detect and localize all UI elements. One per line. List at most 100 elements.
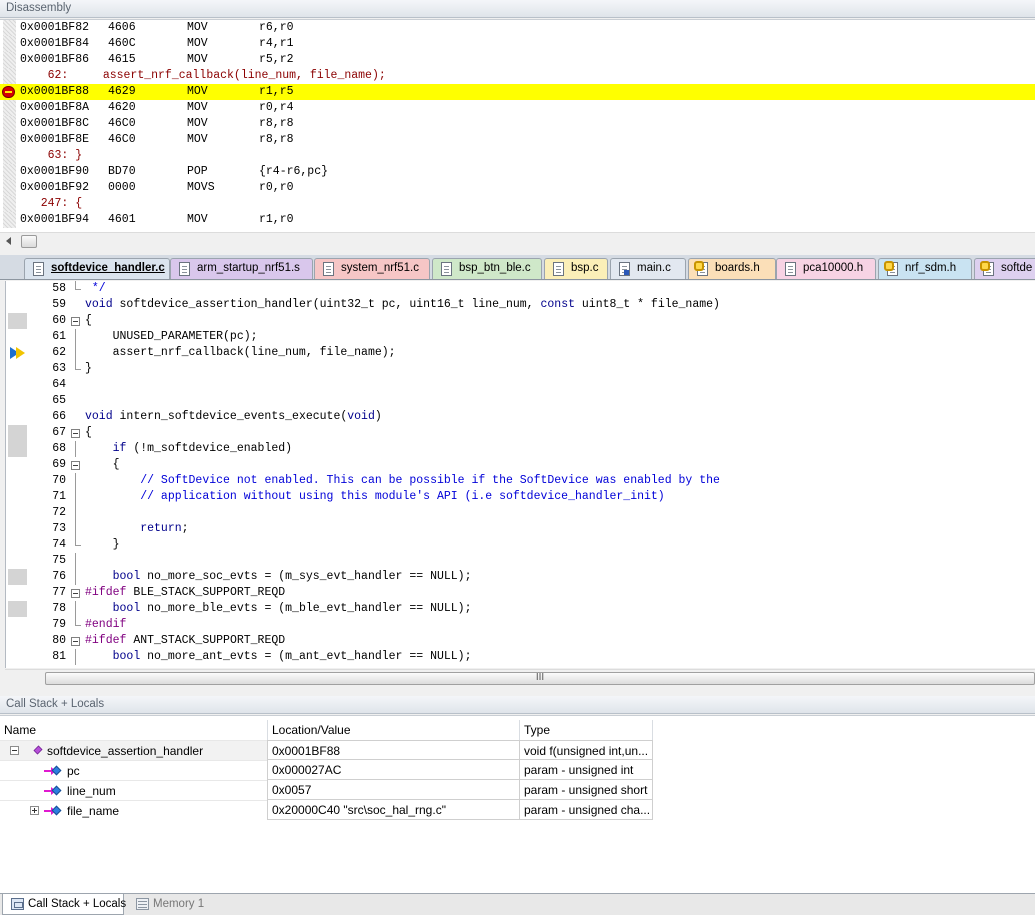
code-line[interactable]: 60 { [6, 313, 1035, 329]
callstack-locals-view[interactable]: Name Location/Value Type softdevice_asse… [0, 715, 1035, 893]
editor-gutter[interactable] [8, 441, 27, 457]
editor-gutter[interactable] [6, 585, 29, 601]
disassembly-gutter[interactable] [3, 132, 16, 148]
code-line[interactable]: 67 { [6, 425, 1035, 441]
callstack-value-cell[interactable]: 0x0001BF88 [267, 740, 520, 760]
disassembly-instruction-row[interactable]: 0x0001BF86 4615 MOV r5,r2 [0, 52, 1035, 68]
editor-gutter[interactable] [6, 537, 29, 553]
scroll-left-arrow-icon[interactable] [6, 237, 11, 245]
code-line[interactable]: 76 bool no_more_soc_evts = (m_sys_evt_ha… [6, 569, 1035, 585]
editor-horizontal-scrollbar[interactable]: III [5, 669, 1035, 686]
disassembly-gutter[interactable] [3, 52, 16, 68]
code-line[interactable]: 79 #endif [6, 617, 1035, 633]
file-tab[interactable]: boards.h [688, 258, 776, 279]
code-line[interactable]: 80 #ifdef ANT_STACK_SUPPORT_REQD [6, 633, 1035, 649]
column-header-name[interactable]: Name [0, 720, 268, 740]
editor-scroll-thumb[interactable]: III [45, 672, 1035, 685]
callstack-name-cell[interactable]: softdevice_assertion_handler [0, 740, 268, 760]
expand-icon[interactable] [30, 806, 39, 815]
file-tab[interactable]: bsp_btn_ble.c [432, 258, 542, 279]
file-tab[interactable]: pca10000.h [776, 258, 876, 279]
callstack-value-cell[interactable]: 0x20000C40 "src\soc_hal_rng.c" [267, 800, 520, 820]
disassembly-source-line[interactable]: 63: } [0, 148, 1035, 164]
fold-toggle-icon[interactable] [71, 633, 81, 649]
callstack-value-cell[interactable]: 0x0057 [267, 780, 520, 800]
callstack-name-cell[interactable]: file_name [0, 800, 268, 820]
disassembly-instruction-row[interactable]: 0x0001BF92 0000 MOVS r0,r0 [0, 180, 1035, 196]
code-line[interactable]: 81 bool no_more_ant_evts = (m_ant_evt_ha… [6, 649, 1035, 665]
editor-gutter[interactable] [6, 281, 29, 297]
disassembly-instruction-row[interactable]: 0x0001BF8E 46C0 MOV r8,r8 [0, 132, 1035, 148]
disassembly-gutter[interactable] [3, 20, 16, 36]
code-line[interactable]: 72 [6, 505, 1035, 521]
editor-gutter[interactable] [6, 473, 29, 489]
disassembly-instruction-row[interactable]: 0x0001BF88 4629 MOV r1,r5 [0, 84, 1035, 100]
file-tab[interactable]: softdevice_handler.c [24, 258, 170, 279]
disassembly-gutter[interactable] [3, 180, 16, 196]
disassembly-gutter[interactable] [3, 148, 16, 164]
fold-toggle-icon[interactable] [71, 313, 81, 329]
editor-gutter[interactable] [6, 553, 29, 569]
column-header-type[interactable]: Type [520, 720, 653, 740]
code-line[interactable]: 75 [6, 553, 1035, 569]
code-line[interactable]: 58 */ [6, 281, 1035, 297]
editor-gutter[interactable] [6, 393, 29, 409]
disassembly-horizontal-scrollbar[interactable] [0, 232, 1035, 249]
editor-gutter[interactable] [6, 361, 29, 377]
disassembly-gutter[interactable] [3, 100, 16, 116]
disassembly-gutter[interactable] [3, 164, 16, 180]
editor-gutter[interactable] [6, 649, 29, 665]
editor-gutter[interactable] [6, 521, 29, 537]
code-line[interactable]: 70 // SoftDevice not enabled. This can b… [6, 473, 1035, 489]
code-line[interactable]: 62 assert_nrf_callback(line_num, file_na… [6, 345, 1035, 361]
tab-call-stack-locals[interactable]: Call Stack + Locals [2, 894, 126, 915]
editor-gutter[interactable] [8, 313, 27, 329]
code-line[interactable]: 65 [6, 393, 1035, 409]
editor-gutter[interactable] [6, 505, 29, 521]
file-tab[interactable]: main.c [610, 258, 686, 279]
scroll-thumb[interactable] [21, 235, 37, 248]
disassembly-gutter[interactable] [3, 68, 16, 84]
collapse-icon[interactable] [10, 746, 19, 755]
disassembly-instruction-row[interactable]: 0x0001BF84 460C MOV r4,r1 [0, 36, 1035, 52]
code-line[interactable]: 71 // application without using this mod… [6, 489, 1035, 505]
code-line[interactable]: 77 #ifdef BLE_STACK_SUPPORT_REQD [6, 585, 1035, 601]
disassembly-instruction-row[interactable]: 0x0001BF94 4601 MOV r1,r0 [0, 212, 1035, 228]
file-tab[interactable]: nrf_sdm.h [878, 258, 972, 279]
editor-gutter[interactable] [6, 377, 29, 393]
column-header-location-value[interactable]: Location/Value [268, 720, 520, 740]
code-line[interactable]: 73 return; [6, 521, 1035, 537]
editor-gutter[interactable] [8, 425, 27, 441]
callstack-value-cell[interactable]: 0x000027AC [267, 760, 520, 780]
editor-gutter[interactable] [8, 601, 27, 617]
editor-gutter[interactable] [6, 617, 29, 633]
editor-gutter[interactable] [6, 329, 29, 345]
disassembly-view[interactable]: 0x0001BF82 4606 MOV r6,r0 0x0001BF84 460C MOV r… [0, 19, 1035, 232]
disassembly-instruction-row[interactable]: 0x0001BF82 4606 MOV r6,r0 [0, 20, 1035, 36]
editor-gutter[interactable] [6, 409, 29, 425]
fold-toggle-icon[interactable] [71, 457, 81, 473]
disassembly-gutter[interactable] [3, 212, 16, 228]
fold-toggle-icon[interactable] [71, 585, 81, 601]
code-line[interactable]: 61 UNUSED_PARAMETER(pc); [6, 329, 1035, 345]
editor-gutter[interactable] [8, 569, 27, 585]
callstack-name-cell[interactable]: line_num [0, 780, 268, 800]
code-line[interactable]: 69 { [6, 457, 1035, 473]
fold-toggle-icon[interactable] [71, 425, 81, 441]
code-line[interactable]: 66 void intern_softdevice_events_execute(… [6, 409, 1035, 425]
editor-gutter[interactable] [6, 633, 29, 649]
code-line[interactable]: 68 if (!m_softdevice_enabled) [6, 441, 1035, 457]
source-editor[interactable]: 58 */59 void softdevice_assertion_handler… [5, 281, 1035, 668]
code-line[interactable]: 64 [6, 377, 1035, 393]
disassembly-instruction-row[interactable]: 0x0001BF8A 4620 MOV r0,r4 [0, 100, 1035, 116]
tab-memory-1[interactable]: Memory 1 [128, 894, 206, 915]
editor-gutter[interactable] [6, 457, 29, 473]
disassembly-source-line[interactable]: 62: assert_nrf_callback(line_num, file_n… [0, 68, 1035, 84]
file-tab[interactable]: arm_startup_nrf51.s [170, 258, 313, 279]
file-tab[interactable]: bsp.c [544, 258, 608, 279]
editor-gutter[interactable] [6, 297, 29, 313]
file-tab[interactable]: softde [974, 258, 1035, 279]
file-tab[interactable]: system_nrf51.c [314, 258, 430, 279]
disassembly-gutter[interactable] [3, 116, 16, 132]
code-line[interactable]: 63} [6, 361, 1035, 377]
